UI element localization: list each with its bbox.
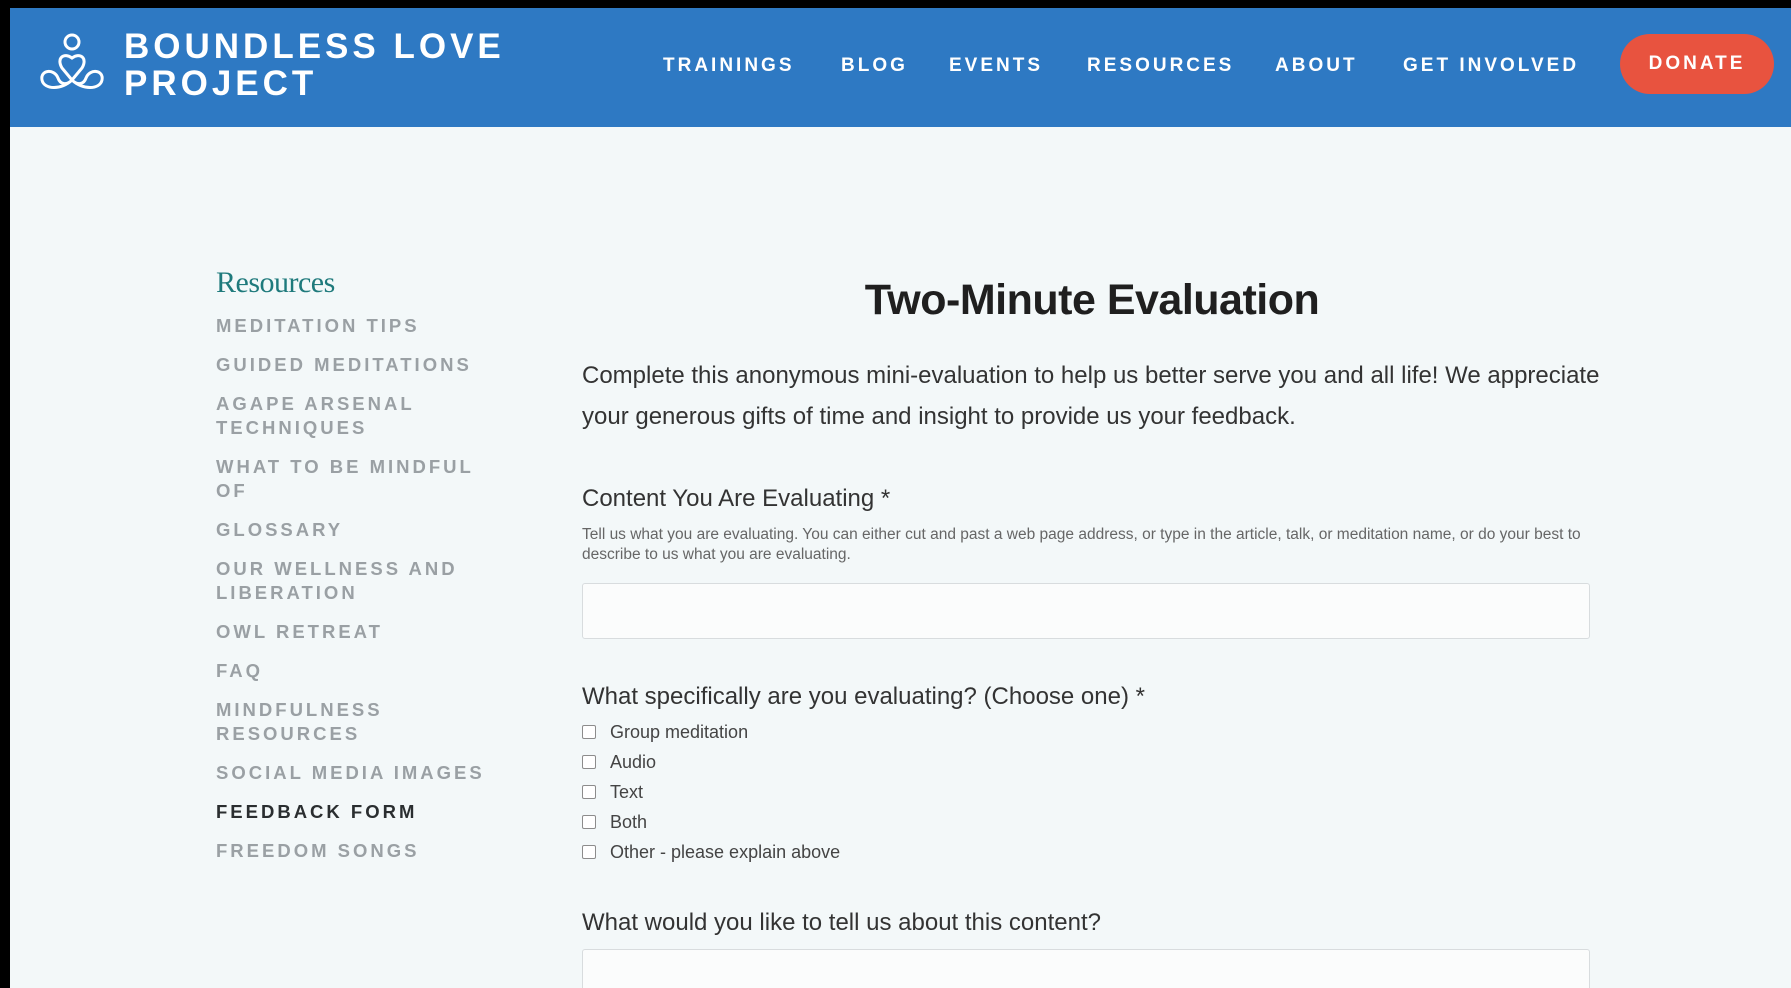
option-both[interactable]: Both [582, 807, 1602, 837]
sidebar-title: Resources [216, 266, 335, 299]
tell-us-field-label: What would you like to tell us about thi… [582, 909, 1101, 936]
sidebar-link-faq[interactable]: FAQ [216, 659, 506, 683]
sidebar-link-our-wellness-and-liberation[interactable]: OUR WELLNESS AND LIBERATION [216, 557, 486, 605]
option-audio[interactable]: Audio [582, 747, 1602, 777]
evaluation-form: Two-Minute Evaluation Complete this anon… [582, 266, 1602, 988]
option-label: Group meditation [610, 721, 749, 742]
checkbox[interactable] [582, 815, 596, 829]
option-label: Other - please explain above [610, 841, 841, 862]
option-label: Text [610, 781, 644, 802]
type-field-label: What specifically are you evaluating? (C… [582, 683, 1145, 710]
logo-line-1: BOUNDLESS LOVE [124, 27, 505, 66]
sidebar-links: MEDITATION TIPS GUIDED MEDITATIONS AGAPE… [216, 314, 506, 863]
sidebar-link-owl-retreat[interactable]: OWL RETREAT [216, 620, 506, 644]
sidebar-link-meditation-tips[interactable]: MEDITATION TIPS [216, 314, 506, 338]
resources-sidebar: Resources MEDITATION TIPS GUIDED MEDITAT… [216, 266, 506, 878]
checkbox[interactable] [582, 755, 596, 769]
nav-trainings[interactable]: TRAININGS [663, 55, 795, 77]
nav-about[interactable]: ABOUT [1275, 55, 1358, 77]
site-logo-wordmark[interactable]: BOUNDLESS LOVE PROJECT [124, 28, 505, 102]
option-group-meditation[interactable]: Group meditation [582, 717, 1602, 747]
checkbox[interactable] [582, 785, 596, 799]
site-header: BOUNDLESS LOVE PROJECT TRAININGS BLOG EV… [10, 8, 1791, 127]
nav-blog[interactable]: BLOG [841, 55, 908, 77]
sidebar-link-mindfulness-resources[interactable]: MINDFULNESS RESOURCES [216, 698, 446, 746]
intro-text: Complete this anonymous mini-evaluation … [582, 362, 1600, 430]
sidebar-link-guided-meditations[interactable]: GUIDED MEDITATIONS [216, 353, 506, 377]
checkbox[interactable] [582, 845, 596, 859]
content-field-help: Tell us what you are evaluating. You can… [582, 526, 1581, 563]
sidebar-link-freedom-songs[interactable]: FREEDOM SONGS [216, 839, 506, 863]
nav-get-involved[interactable]: GET INVOLVED [1403, 55, 1579, 77]
option-label: Audio [610, 751, 657, 772]
option-text[interactable]: Text [582, 777, 1602, 807]
sidebar-link-feedback-form[interactable]: FEEDBACK FORM [216, 800, 506, 824]
option-label: Both [610, 811, 648, 832]
sidebar-link-social-media-images[interactable]: SOCIAL MEDIA IMAGES [216, 761, 506, 785]
checkbox[interactable] [582, 725, 596, 739]
tell-us-textarea[interactable] [582, 949, 1590, 988]
sidebar-link-what-to-be-mindful-of[interactable]: WHAT TO BE MINDFUL OF [216, 455, 486, 503]
meditating-heart-logo-icon[interactable] [36, 28, 108, 100]
option-other[interactable]: Other - please explain above [582, 837, 1602, 867]
page-title: Two-Minute Evaluation [864, 276, 1320, 324]
sidebar-link-agape-arsenal-techniques[interactable]: AGAPE ARSENAL TECHNIQUES [216, 392, 446, 440]
content-input[interactable] [582, 583, 1590, 639]
content-field-label: Content You Are Evaluating * [582, 485, 891, 512]
nav-resources[interactable]: RESOURCES [1087, 55, 1234, 77]
type-options: Group meditation Audio Text Both Other -… [582, 717, 1602, 867]
browser-viewport: BOUNDLESS LOVE PROJECT TRAININGS BLOG EV… [10, 8, 1791, 988]
sidebar-link-glossary[interactable]: GLOSSARY [216, 518, 506, 542]
nav-events[interactable]: EVENTS [949, 55, 1043, 77]
logo-line-2: PROJECT [124, 64, 318, 103]
donate-button[interactable]: DONATE [1620, 34, 1774, 94]
